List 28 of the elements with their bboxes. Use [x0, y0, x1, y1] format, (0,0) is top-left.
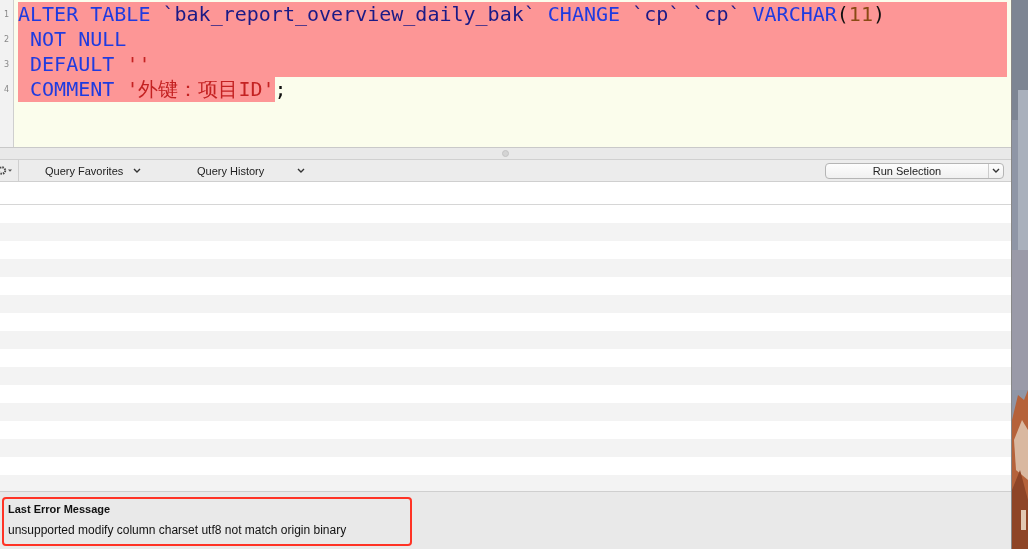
sql-token: 11: [848, 2, 873, 27]
sql-token: NOT NULL: [29, 27, 127, 52]
line-number: 2: [2, 34, 11, 46]
query-favorites-menu[interactable]: Query Favorites: [45, 164, 195, 177]
sql-token: `cp` `cp`: [632, 2, 741, 27]
line-number: 4: [2, 84, 11, 96]
sql-token: '外键：项目ID': [126, 77, 275, 102]
sql-token: CHANGE: [546, 2, 622, 27]
sql-token: ALTER TABLE: [18, 2, 152, 27]
run-selection-button[interactable]: Run Selection: [825, 162, 1004, 179]
sql-token: `bak_report_overview_daily_bak`: [162, 2, 536, 27]
error-title: Last Error Message: [8, 503, 112, 515]
splitter-handle[interactable]: [502, 150, 509, 157]
settings-icon[interactable]: [0, 166, 13, 175]
sql-token: ): [872, 2, 885, 27]
chevron-icon: [133, 167, 142, 174]
error-message: unsupported modify column charset utf8 not match origin binary: [8, 523, 348, 537]
line-number: 1: [2, 9, 11, 21]
sql-token: '': [126, 52, 151, 77]
chevron-icon: [297, 167, 305, 174]
sql-token: DEFAULT: [29, 52, 116, 77]
caret-icon: [992, 167, 1000, 174]
line-number: 3: [2, 59, 11, 71]
query-history-menu[interactable]: Query History: [197, 164, 305, 177]
sql-token: ;: [274, 77, 287, 102]
sql-token: COMMENT: [18, 77, 127, 102]
sql-token: (: [836, 2, 849, 27]
sql-token: VARCHAR: [751, 2, 837, 27]
